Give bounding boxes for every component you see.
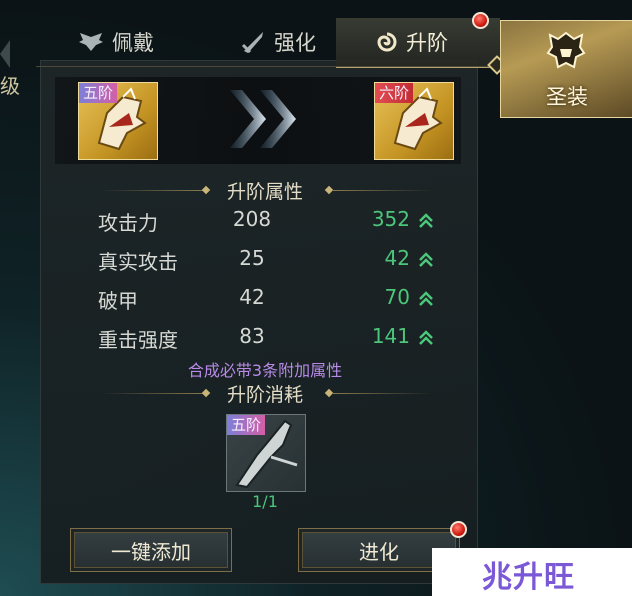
evolve-notification-dot <box>450 521 467 538</box>
tier-badge: 五阶 <box>79 83 118 103</box>
tab-label: 升阶 <box>406 31 448 55</box>
holy-gear-label: 圣装 <box>546 85 588 109</box>
left-tab-stub[interactable]: 级 <box>0 70 20 99</box>
synthesis-note: 合成必带3条附加属性 <box>187 361 343 380</box>
sword-icon <box>241 32 263 54</box>
stat-new-value: 42 <box>384 246 410 270</box>
stat-name: 破甲 <box>98 289 138 313</box>
watermark-text: 兆升旺 <box>482 560 575 595</box>
increase-arrow-icon <box>419 213 433 228</box>
tab-bar: 佩戴 强化 升阶 <box>36 18 500 68</box>
title-line-right <box>332 393 432 394</box>
cost-title: 升阶消耗 <box>226 384 303 406</box>
stat-new-value: 70 <box>384 285 410 309</box>
stat-old-value: 83 <box>239 324 265 348</box>
double-chevron-icon <box>230 90 296 148</box>
stat-old-value: 42 <box>239 285 265 309</box>
current-item-slot[interactable]: 五阶 <box>78 82 158 160</box>
tab-label: 佩戴 <box>112 31 154 55</box>
watermark-logo: 兆升旺 <box>432 548 632 596</box>
stat-old-value: 208 <box>232 207 272 231</box>
cost-item-count: 1/1 <box>252 492 278 511</box>
tab-notification-dot <box>472 12 489 29</box>
wings-icon <box>79 33 103 51</box>
increase-arrow-icon <box>419 252 433 267</box>
swirl-icon <box>377 32 397 52</box>
helmet-icon <box>546 31 586 69</box>
tier-badge: 五阶 <box>227 415 266 435</box>
tab-wear[interactable]: 佩戴 <box>78 18 154 66</box>
stat-new-value: 141 <box>371 324 410 348</box>
increase-arrow-icon <box>419 330 433 345</box>
auto-add-button[interactable]: 一键添加 <box>70 528 232 572</box>
tab-divider <box>36 66 496 67</box>
prev-arrow-icon[interactable] <box>0 40 10 68</box>
cost-item-slot[interactable]: 五阶 <box>226 414 306 492</box>
next-item-slot[interactable]: 六阶 <box>374 82 454 160</box>
tab-label: 强化 <box>274 31 316 55</box>
stat-old-value: 25 <box>239 246 265 270</box>
stat-name: 重击强度 <box>98 328 178 352</box>
tier-badge: 六阶 <box>375 83 414 103</box>
title-line-right <box>332 190 432 191</box>
stat-name: 真实攻击 <box>98 250 178 274</box>
holy-gear-card[interactable]: 圣装 <box>500 20 632 118</box>
stat-new-value: 352 <box>371 207 410 231</box>
tab-advance[interactable]: 升阶 <box>376 18 448 66</box>
tab-enhance[interactable]: 强化 <box>240 18 316 66</box>
increase-arrow-icon <box>419 291 433 306</box>
attributes-title: 升阶属性 <box>226 181 303 203</box>
stat-name: 攻击力 <box>98 211 158 235</box>
